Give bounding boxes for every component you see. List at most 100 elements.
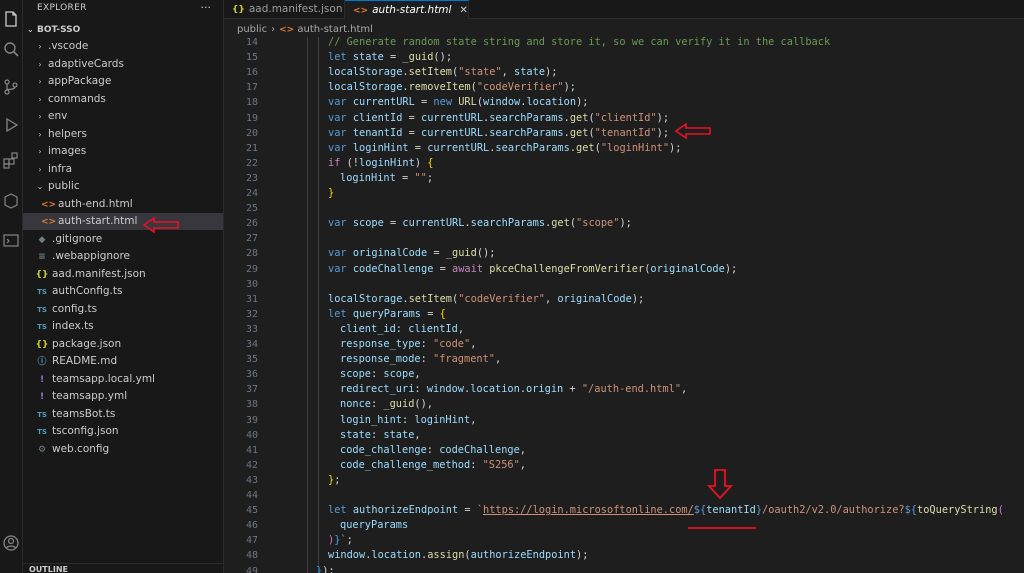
code-line: 21 var loginHint = currentURL.searchParam…: [224, 141, 1024, 156]
file-tree-item[interactable]: <> auth-start.html: [23, 213, 223, 230]
search-icon[interactable]: [2, 40, 20, 58]
ts-file-icon: TS: [37, 410, 47, 419]
extensions-icon[interactable]: [2, 152, 20, 170]
file-tree-item[interactable]: ! teamsapp.yml: [23, 388, 223, 405]
underline-annotation: [688, 527, 756, 529]
code-token: ,: [414, 428, 421, 441]
more-actions-icon[interactable]: ···: [201, 0, 212, 15]
line-number: 27: [245, 233, 258, 245]
file-tree-item[interactable]: › appPackage: [23, 73, 223, 90]
file-tree-item[interactable]: {} package.json: [23, 336, 223, 353]
code-token: let: [328, 51, 353, 64]
code-line: 22 if (!loginHint) {: [224, 156, 1024, 171]
code-token: state: [514, 66, 546, 79]
code-token: var: [328, 111, 353, 124]
code-token: removeItem: [408, 81, 471, 94]
code-token: "code": [433, 338, 471, 350]
file-tree-item[interactable]: › env: [23, 108, 223, 125]
chevron-right-icon: ›: [38, 59, 42, 69]
file-tree-item[interactable]: ⓘ README.md: [23, 353, 223, 370]
chevron-right-icon: ›: [38, 94, 42, 104]
code-token: (!: [346, 156, 360, 169]
code-token: location: [526, 96, 577, 109]
files-icon[interactable]: [2, 10, 20, 28]
code-token: var: [328, 217, 353, 230]
line-number: 30: [245, 278, 258, 290]
account-icon[interactable]: [2, 534, 20, 552]
source-control-icon[interactable]: [2, 78, 20, 96]
line-number: 47: [245, 535, 258, 547]
file-tree-item[interactable]: ⚙ web.config: [23, 441, 223, 458]
code-token: get: [576, 141, 595, 154]
breadcrumb-folder[interactable]: public: [237, 24, 267, 35]
code-line: 32 let queryParams = {: [224, 307, 1024, 322]
line-number: 23: [245, 172, 258, 184]
code-token: ,: [519, 443, 526, 456]
code-token: // Generate random state string and stor…: [328, 37, 831, 48]
code-token: =: [402, 126, 422, 139]
outline-section-header[interactable]: OUTLINE: [23, 563, 223, 573]
code-text: loginHint = "";: [340, 171, 433, 186]
code-token: queryParams: [352, 307, 422, 320]
line-number: 21: [245, 142, 258, 154]
file-tree-item[interactable]: › commands: [23, 91, 223, 108]
code-line: 45 let authorizeEndpoint = `https://login…: [224, 503, 1024, 518]
breadcrumb-file[interactable]: auth-start.html: [297, 24, 373, 35]
code-token: searchParams: [489, 126, 564, 139]
code-token: get: [569, 111, 589, 124]
chevron-down-icon: ⌄: [27, 25, 34, 34]
tab-aad-manifest[interactable]: {} aad.manifest.json: [224, 0, 345, 19]
file-tree-item[interactable]: TS config.ts: [23, 301, 223, 318]
gear-file-icon: ⚙: [37, 444, 47, 455]
file-tree-item[interactable]: › adaptiveCards: [23, 56, 223, 73]
code-token: state: [383, 428, 415, 441]
code-token: let: [328, 307, 353, 320]
file-tree-item[interactable]: ⌄ public: [23, 178, 223, 195]
code-text: response_mode: "fragment",: [340, 352, 501, 367]
close-icon[interactable]: ✕: [459, 2, 467, 20]
line-number: 17: [245, 82, 258, 94]
chevron-right-icon: ›: [38, 129, 42, 139]
code-token: ,: [414, 368, 421, 381]
code-token: /oauth2/v2.0/authorize?: [762, 504, 905, 517]
file-tree-item[interactable]: TS tsconfig.json: [23, 423, 223, 440]
file-tree-item[interactable]: TS authConfig.ts: [23, 283, 223, 300]
code-token: ;: [346, 534, 353, 547]
run-debug-icon[interactable]: [2, 116, 20, 134]
code-line: 28 var originalCode = _guid();: [224, 246, 1024, 261]
line-number: 37: [245, 384, 258, 396]
line-number: 40: [245, 429, 258, 441]
file-tree-item[interactable]: › infra: [23, 161, 223, 178]
code-token: ,: [545, 292, 558, 305]
line-number: 14: [245, 37, 258, 48]
code-token: ,: [681, 383, 688, 396]
tab-auth-start[interactable]: <> auth-start.html ✕: [345, 0, 469, 19]
file-tree-item[interactable]: {} aad.manifest.json: [23, 266, 223, 283]
chevron-right-icon: ›: [38, 164, 42, 174]
remote-explorer-icon[interactable]: [2, 232, 20, 250]
code-token: URL: [458, 96, 477, 109]
code-text: state: state,: [340, 428, 421, 443]
file-tree-item[interactable]: ≡ .webappignore: [23, 248, 223, 265]
file-tree-item[interactable]: <> auth-end.html: [23, 196, 223, 213]
project-section-header[interactable]: ⌄ BOT-SSO: [27, 22, 80, 38]
file-tree-item[interactable]: › .vscode: [23, 38, 223, 55]
code-token: "codeVerifier": [458, 292, 546, 305]
code-token: state: [352, 51, 384, 64]
file-tree-item[interactable]: TS index.ts: [23, 318, 223, 335]
file-tree-item[interactable]: ◆ .gitignore: [23, 231, 223, 248]
yml-file-icon: !: [39, 374, 45, 385]
code-token: toQueryString: [917, 504, 998, 517]
file-tree-item[interactable]: › images: [23, 143, 223, 160]
file-tree-item[interactable]: › helpers: [23, 126, 223, 143]
code-token: scope: [340, 368, 371, 381]
code-token: scope: [383, 368, 415, 381]
chevron-right-icon: ›: [38, 42, 42, 51]
code-token: "/auth-end.html": [581, 383, 682, 396]
code-token: currentURL: [421, 126, 484, 139]
teams-toolkit-icon[interactable]: [2, 192, 20, 210]
code-editor[interactable]: 14 // Generate random state string and st…: [224, 37, 1024, 573]
line-number: 32: [245, 308, 258, 320]
file-tree-item[interactable]: ! teamsapp.local.yml: [23, 371, 223, 388]
file-tree-item[interactable]: TS teamsBot.ts: [23, 406, 223, 423]
